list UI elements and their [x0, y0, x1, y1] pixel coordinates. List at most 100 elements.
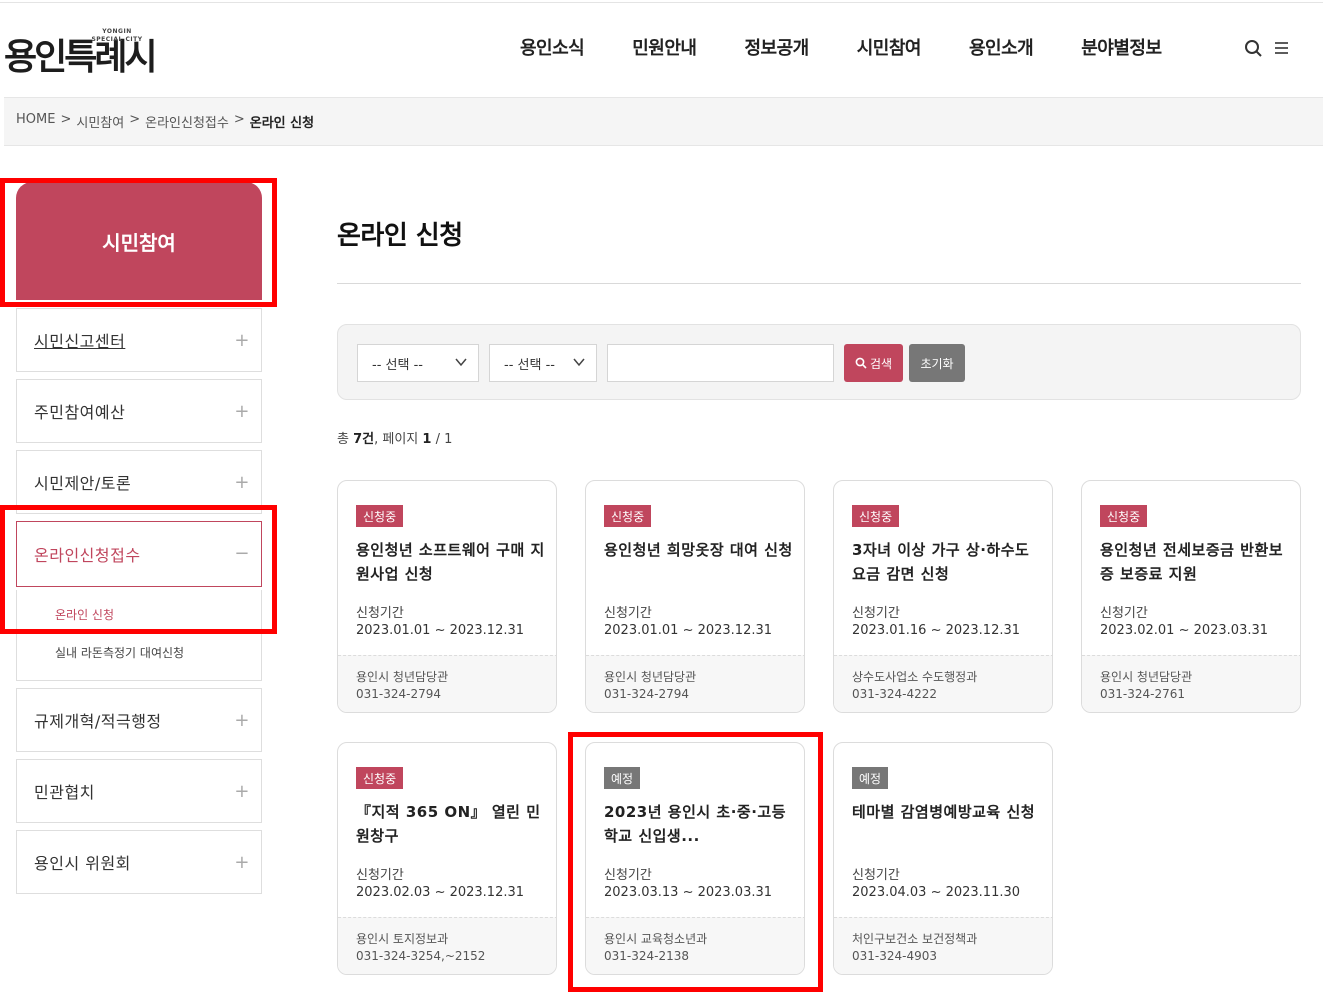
nav-item-civil[interactable]: 민원안내 [632, 34, 697, 60]
site-logo[interactable]: 용인특례시 YONGIN SPECIAL CITY [4, 24, 158, 78]
application-card[interactable]: 신청중 용인청년 전세보증금 반환보증 보증료 지원 신청기간 2023.02.… [1081, 480, 1301, 713]
search-panel: -- 선택 -- -- 선택 -- 검색 초기화 [337, 324, 1301, 400]
status-badge: 예정 [604, 767, 641, 789]
period-label: 신청기간 [1100, 606, 1148, 621]
card-footer: 상수도사업소 수도행정과 031-324-4222 [834, 655, 1052, 712]
period-value: 2023.01.01 ~ 2023.12.31 [604, 623, 773, 638]
card-title[interactable]: 용인청년 소프트웨어 구매 지원사업 신청 [356, 538, 546, 586]
card-title[interactable]: 용인청년 전세보증금 반환보증 보증료 지원 [1100, 538, 1290, 586]
sidebar-item-label: 주민참여예산 [34, 403, 126, 422]
main-nav: 용인소식 민원안내 정보공개 시민참여 용인소개 분야별정보 [520, 34, 1162, 60]
period-value: 2023.01.01 ~ 2023.12.31 [356, 623, 525, 638]
result-count: 총 7건, 페이지 1 / 1 [337, 428, 452, 447]
card-title[interactable]: 용인청년 희망옷장 대여 신청 [604, 538, 794, 562]
breadcrumb-online-apply[interactable]: 온라인신청접수 [145, 112, 229, 131]
sidebar-item-report-center[interactable]: 시민신고센터 + [16, 308, 262, 372]
breadcrumb-participation[interactable]: 시민참여 [76, 112, 124, 131]
breadcrumb-current: 온라인 신청 [249, 116, 315, 131]
expand-icon[interactable]: + [234, 781, 250, 802]
submenu-item-radon[interactable]: 실내 라돈측정기 대여신청 [55, 644, 184, 661]
sidebar-heading-text: 시민참여 [102, 230, 176, 255]
category-select-1[interactable]: -- 선택 -- [357, 344, 479, 382]
card-footer: 용인시 교육청소년과 031-324-2138 [586, 917, 804, 974]
sidebar-item-regulation[interactable]: 규제개혁/적극행정 + [16, 688, 262, 752]
status-badge: 신청중 [356, 767, 404, 789]
nav-item-fields[interactable]: 분야별정보 [1081, 34, 1162, 60]
breadcrumb-bar: HOME > 시민참여 > 온라인신청접수 > 온라인 신청 [4, 97, 1323, 146]
nav-item-participation[interactable]: 시민참여 [857, 34, 922, 60]
breadcrumb-separator: > [60, 112, 72, 127]
breadcrumb-separator: > [129, 112, 141, 127]
sidebar-item-label: 규제개혁/적극행정 [34, 712, 162, 731]
period-value: 2023.03.13 ~ 2023.03.31 [604, 885, 773, 900]
phone: 031-324-4903 [852, 949, 938, 963]
category-select-2[interactable]: -- 선택 -- [489, 344, 597, 382]
menu-icon[interactable] [1272, 38, 1292, 58]
card-title[interactable]: 2023년 용인시 초·중·고등학교 신입생... [604, 800, 794, 848]
collapse-icon[interactable]: − [234, 543, 250, 564]
phone: 031-324-3254,~2152 [356, 949, 486, 963]
expand-icon[interactable]: + [234, 852, 250, 873]
search-button-label: 검색 [869, 356, 893, 371]
card-footer: 처인구보건소 보건정책과 031-324-4903 [834, 917, 1052, 974]
department: 처인구보건소 보건정책과 [852, 932, 978, 946]
search-button[interactable]: 검색 [844, 344, 903, 382]
search-input[interactable] [607, 344, 834, 382]
application-card[interactable]: 신청중 『지적 365 ON』 열린 민원창구 신청기간 2023.02.03 … [337, 742, 557, 975]
sidebar-item-budget[interactable]: 주민참여예산 + [16, 379, 262, 443]
title-divider [337, 283, 1301, 284]
sidebar-item-proposal[interactable]: 시민제안/토론 + [16, 450, 262, 514]
page-separator: / [435, 432, 440, 447]
logo-english: YONGIN SPECIAL CITY [91, 28, 143, 43]
breadcrumb-separator: > [233, 112, 245, 127]
department: 용인시 청년담당관 [1100, 670, 1193, 684]
sidebar-item-governance[interactable]: 민관협치 + [16, 759, 262, 823]
application-card[interactable]: 예정 테마별 감염병예방교육 신청 신청기간 2023.04.03 ~ 2023… [833, 742, 1053, 975]
card-title[interactable]: 『지적 365 ON』 열린 민원창구 [356, 800, 546, 848]
expand-icon[interactable]: + [234, 472, 250, 493]
period-label: 신청기간 [356, 868, 404, 883]
card-footer: 용인시 청년담당관 031-324-2794 [586, 655, 804, 712]
phone: 031-324-2794 [604, 687, 690, 701]
total-count: 7건 [353, 432, 375, 447]
period-label: 신청기간 [356, 606, 404, 621]
sidebar-item-committee[interactable]: 용인시 위원회 + [16, 830, 262, 894]
sidebar-item-label: 온라인신청접수 [34, 546, 141, 565]
period-label: 신청기간 [604, 606, 652, 621]
nav-item-about[interactable]: 용인소개 [969, 34, 1034, 60]
submenu-item-online-apply[interactable]: 온라인 신청 [55, 606, 114, 623]
period-value: 2023.02.01 ~ 2023.03.31 [1100, 623, 1269, 638]
application-card[interactable]: 신청중 3자녀 이상 가구 상·하수도요금 감면 신청 신청기간 2023.01… [833, 480, 1053, 713]
nav-item-info[interactable]: 정보공개 [745, 34, 810, 60]
search-icon[interactable] [1244, 38, 1264, 58]
application-card[interactable]: 신청중 용인청년 희망옷장 대여 신청 신청기간 2023.01.01 ~ 20… [585, 480, 805, 713]
phone: 031-324-4222 [852, 687, 938, 701]
period-label: 신청기간 [604, 868, 652, 883]
card-title[interactable]: 3자녀 이상 가구 상·하수도요금 감면 신청 [852, 538, 1042, 586]
top-border [0, 0, 1323, 3]
period-label: 신청기간 [852, 868, 900, 883]
department: 용인시 청년담당관 [356, 670, 449, 684]
status-badge: 신청중 [852, 505, 900, 527]
reset-button-label: 초기화 [920, 356, 954, 371]
sidebar-item-online-apply[interactable]: 온라인신청접수 − [16, 521, 262, 587]
expand-icon[interactable]: + [234, 401, 250, 422]
breadcrumb-home[interactable]: HOME [16, 112, 55, 131]
total-pages: 1 [444, 432, 453, 447]
sidebar-item-label: 민관협치 [34, 783, 95, 802]
logo-text: 용인특례시 [4, 37, 158, 78]
phone: 031-324-2138 [604, 949, 690, 963]
sidebar-heading: 시민참여 [16, 182, 262, 300]
application-card[interactable]: 예정 2023년 용인시 초·중·고등학교 신입생... 신청기간 2023.0… [585, 742, 805, 975]
expand-icon[interactable]: + [234, 710, 250, 731]
reset-button[interactable]: 초기화 [909, 344, 965, 382]
expand-icon[interactable]: + [234, 330, 250, 351]
card-title[interactable]: 테마별 감염병예방교육 신청 [852, 800, 1042, 824]
select-value: -- 선택 -- [504, 357, 555, 373]
chevron-down-icon [454, 355, 468, 369]
application-card[interactable]: 신청중 용인청년 소프트웨어 구매 지원사업 신청 신청기간 2023.01.0… [337, 480, 557, 713]
sidebar-item-label: 시민신고센터 [34, 332, 126, 351]
nav-item-news[interactable]: 용인소식 [520, 34, 585, 60]
breadcrumb: HOME > 시민참여 > 온라인신청접수 > 온라인 신청 [16, 112, 314, 131]
header-icons [1244, 38, 1292, 58]
